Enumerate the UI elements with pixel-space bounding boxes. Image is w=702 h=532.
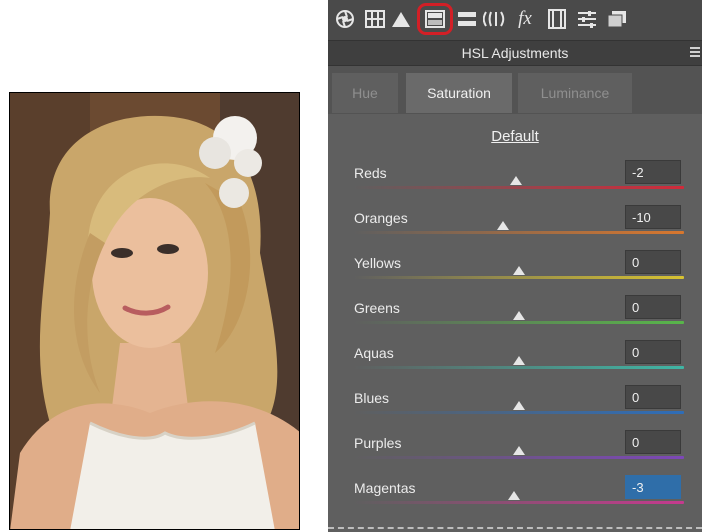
slider-thumb[interactable] [509, 176, 522, 185]
slider-row-aquas: Aquas 0 [354, 340, 684, 390]
slider-label: Oranges [354, 210, 408, 226]
panel-title: HSL Adjustments [461, 45, 569, 61]
slider-thumb[interactable] [513, 266, 525, 275]
slider-thumb[interactable] [508, 491, 521, 500]
slider-track[interactable] [354, 456, 684, 459]
tab-hue[interactable]: Hue [332, 73, 398, 113]
slider-track[interactable] [354, 186, 684, 189]
slider-row-yellows: Yellows 0 [354, 250, 684, 300]
tab-bar: Hue Saturation Luminance [328, 66, 702, 180]
slider-track[interactable] [354, 501, 684, 504]
slider-value-field[interactable]: -2 [625, 160, 681, 184]
slider-label: Purples [354, 435, 402, 451]
panel-toolbar: fx [328, 0, 702, 40]
slider-row-reds: Reds -2 [354, 160, 684, 210]
slider-track[interactable] [354, 321, 684, 324]
grid-icon[interactable] [364, 8, 386, 30]
slider-label: Yellows [354, 255, 401, 271]
slider-value-field[interactable]: -3 [625, 475, 681, 499]
panel-menu-icon[interactable] [690, 47, 700, 59]
default-link[interactable]: Default [328, 128, 702, 145]
mountain-icon[interactable] [390, 8, 412, 30]
hsl-icon[interactable] [424, 8, 446, 30]
tab-saturation[interactable]: Saturation [406, 73, 512, 113]
slider-value-field[interactable]: 0 [625, 430, 681, 454]
fx-icon[interactable]: fx [514, 8, 536, 30]
slider-track[interactable] [354, 276, 684, 279]
slider-content: Default Reds -2 Oranges -10 Yellows 0 Greens 0 A… [328, 114, 702, 532]
slider-value-field[interactable]: -10 [625, 205, 681, 229]
tab-luminance[interactable]: Luminance [518, 73, 632, 113]
slider-row-greens: Greens 0 [354, 295, 684, 345]
presets-icon[interactable] [606, 8, 628, 30]
slider-row-blues: Blues 0 [354, 385, 684, 435]
slider-thumb[interactable] [496, 221, 509, 230]
slider-label: Magentas [354, 480, 416, 496]
slider-track[interactable] [354, 411, 684, 414]
slider-value-field[interactable]: 0 [625, 295, 681, 319]
lens-icon[interactable] [483, 8, 505, 30]
aperture-icon[interactable] [334, 8, 356, 30]
slider-value-field[interactable]: 0 [625, 340, 681, 364]
slider-thumb[interactable] [513, 446, 525, 455]
slider-label: Aquas [354, 345, 394, 361]
slider-label: Greens [354, 300, 400, 316]
slider-thumb[interactable] [513, 311, 525, 320]
hsl-panel: fx HSL Adjustments Hue Saturation Lumina… [328, 0, 702, 532]
slider-track[interactable] [354, 231, 684, 234]
slider-row-purples: Purples 0 [354, 430, 684, 480]
panel-header: HSL Adjustments [328, 40, 702, 66]
sliders-icon[interactable] [576, 8, 598, 30]
slider-track[interactable] [354, 366, 684, 369]
slider-thumb[interactable] [513, 356, 525, 365]
slider-value-field[interactable]: 0 [625, 385, 681, 409]
dashed-border [328, 527, 702, 529]
film-icon[interactable] [546, 8, 568, 30]
slider-row-magentas: Magentas -3 [354, 475, 684, 525]
split-tone-icon[interactable] [456, 8, 478, 30]
slider-label: Blues [354, 390, 390, 406]
slider-label: Reds [354, 165, 387, 181]
slider-thumb[interactable] [513, 401, 525, 410]
slider-row-oranges: Oranges -10 [354, 205, 684, 255]
slider-value-field[interactable]: 0 [625, 250, 681, 274]
portrait-photo [9, 92, 300, 530]
portrait-image [10, 93, 299, 529]
